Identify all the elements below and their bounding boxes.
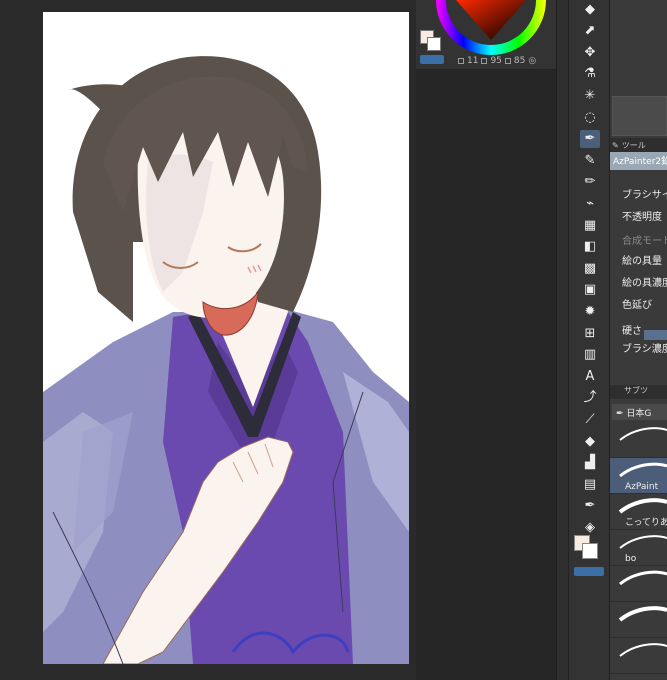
vertical-scrollbar[interactable] <box>556 0 568 680</box>
property-4[interactable]: 絵の具濃度 <box>610 274 667 289</box>
color-swatches[interactable] <box>420 30 442 52</box>
property-3[interactable]: 絵の具量 <box>610 252 667 267</box>
brush-stroke-preview <box>619 643 667 657</box>
property-2[interactable]: 合成モード <box>610 232 667 247</box>
brush-item[interactable] <box>610 566 667 602</box>
hue-value: 11 <box>467 56 479 66</box>
brush-label: AzPaint <box>625 482 659 492</box>
paint-app-window: 11 95 85 ◎ ◆ ⬈ ✥ ⚗ ✳ ◌ ✒ ✎ ✏ ⌁ ▦ ◧ ▩ ▣ ✹ ⊞ ▥ A ⤴ ⟋ ◆ ▟ ▤ ✒ ◈ ✎ ツ… <box>0 0 667 680</box>
navigator-thumbnail[interactable] <box>612 96 667 136</box>
canvas-area[interactable] <box>0 0 416 680</box>
subtool-header[interactable]: サブツ <box>610 385 667 399</box>
stamp-icon[interactable]: ▟ <box>580 454 600 472</box>
brush-icon[interactable]: ⌁ <box>580 194 600 212</box>
toolbar-transparent-toggle[interactable] <box>574 567 604 576</box>
eraser-icon[interactable]: ◧ <box>580 238 600 256</box>
hsv-mode-icon[interactable]: ◎ <box>528 56 536 66</box>
brush-stroke-preview <box>619 535 667 549</box>
hsv-readout: 11 95 85 ◎ <box>458 56 536 66</box>
correct-line-icon[interactable]: ⟋ <box>580 410 600 428</box>
toolbar-sub-color[interactable] <box>582 543 598 559</box>
artwork-canvas[interactable] <box>43 12 409 664</box>
brush-item[interactable]: こってりあ <box>610 494 667 530</box>
s-icon <box>481 58 488 64</box>
brush-item[interactable]: bo <box>610 530 667 566</box>
move-icon[interactable]: ✥ <box>580 43 600 61</box>
brush-stroke-preview <box>619 462 667 478</box>
h-icon <box>458 58 464 64</box>
pencil-icon[interactable]: ✏ <box>580 173 600 191</box>
subtool-tab-label: サブツ <box>624 386 648 395</box>
brush-label: bo <box>625 554 637 564</box>
fill-icon[interactable]: ◆ <box>580 432 600 450</box>
property-0[interactable]: ブラシサイズ <box>610 186 667 201</box>
brush-stroke-preview <box>619 427 667 441</box>
pen-group-icon: ✒ <box>616 409 624 419</box>
brush-item[interactable] <box>610 422 667 458</box>
lasso-icon[interactable]: ◌ <box>580 108 600 126</box>
decoration-icon[interactable]: ▤ <box>580 475 600 493</box>
color-wheel-panel: 11 95 85 ◎ <box>416 0 556 70</box>
eyedropper-icon[interactable]: ⚗ <box>580 65 600 83</box>
property-7[interactable]: ブラシ濃度 <box>610 340 667 355</box>
lines-icon[interactable]: ⤴ <box>580 389 600 407</box>
illustration-image <box>43 56 409 664</box>
tool-palette: ◆ ⬈ ✥ ⚗ ✳ ◌ ✒ ✎ ✏ ⌁ ▦ ◧ ▩ ▣ ✹ ⊞ ▥ A ⤴ ⟋ ◆ ▟ ▤ ✒ ◈ <box>568 0 610 680</box>
pattern-icon[interactable]: ◈ <box>580 518 600 536</box>
figure-icon[interactable]: ✹ <box>580 302 600 320</box>
wrench-icon: ✎ <box>612 140 619 150</box>
brush-label: こってりあ <box>625 518 667 528</box>
property-5[interactable]: 色延び <box>610 296 667 311</box>
pen-icon[interactable]: ✒ <box>580 129 600 148</box>
brush-stroke-preview <box>618 606 667 622</box>
text-icon[interactable]: A <box>580 367 600 385</box>
frame-icon[interactable]: ⊞ <box>580 324 600 342</box>
saturation-value: 95 <box>490 56 502 66</box>
empty-panel-area <box>416 70 556 680</box>
transparent-color-toggle[interactable] <box>420 55 444 64</box>
property-1[interactable]: 不透明度 <box>610 208 667 223</box>
magic-wand-icon[interactable]: ✳ <box>580 86 600 104</box>
brush-shape-icon[interactable]: ◆ <box>580 0 600 18</box>
value-value: 85 <box>513 56 526 66</box>
airbrush-icon[interactable]: ▦ <box>580 216 600 234</box>
v-icon <box>504 58 511 64</box>
brush-item[interactable] <box>610 602 667 638</box>
decoration-pen-icon[interactable]: ✒ <box>580 497 600 515</box>
current-subtool-title: AzPainter2鉛 <box>610 152 667 170</box>
right-panels: ✎ ツール AzPainter2鉛 ブラシサイズ不透明度合成モード絵の具量絵の具… <box>610 0 667 680</box>
select-object-icon[interactable]: ⬈ <box>580 22 600 40</box>
hardness-slider[interactable] <box>644 330 667 340</box>
brush-item[interactable] <box>610 638 667 674</box>
subtool-group-label: 日本G <box>626 409 652 419</box>
brush-item[interactable]: AzPaint <box>610 458 667 494</box>
brush-stroke-preview <box>619 570 667 586</box>
navigator-panel <box>610 0 667 136</box>
balloon-icon[interactable]: ▥ <box>580 346 600 364</box>
sub-color-swatch[interactable] <box>427 37 441 51</box>
blend-icon[interactable]: ▩ <box>580 259 600 277</box>
subtool-group[interactable]: ✒ 日本G <box>612 404 667 420</box>
tool-property-tab-label: ツール <box>621 140 646 150</box>
marker-icon[interactable]: ✎ <box>580 151 600 169</box>
gradient-icon[interactable]: ▣ <box>580 281 600 299</box>
tool-property-header[interactable]: ✎ ツール <box>610 138 667 152</box>
